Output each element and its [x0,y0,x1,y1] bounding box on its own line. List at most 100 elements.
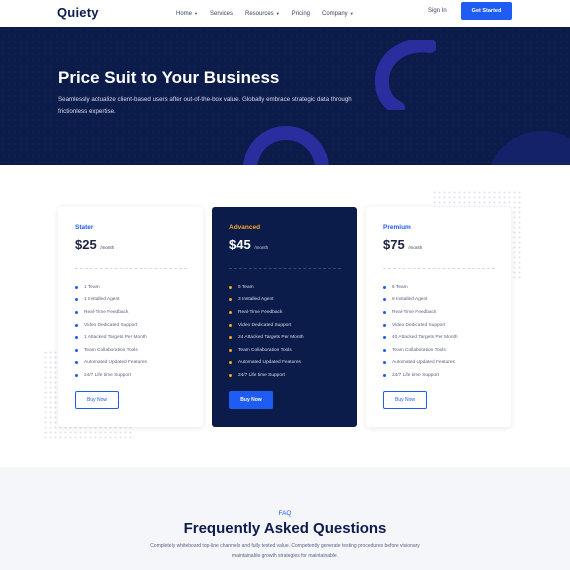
bullet-icon [229,361,232,365]
feature-text: 3 Installed Agent [238,297,274,303]
list-item: Team Collaboration Tools [75,344,147,357]
price-period: /month [408,245,423,250]
bullet-icon [383,373,386,377]
list-item: 3 Installed Agent [229,294,304,307]
list-item: 24/7 Life time Support [383,369,458,382]
bullet-icon [75,336,78,340]
list-item: Real-Time Feedback [229,306,304,319]
price-amount: $25 [75,237,97,252]
buy-now-button[interactable]: Buy Now [229,391,273,409]
faq-title: Frequently Asked Questions [183,520,387,537]
bullet-icon [75,323,78,327]
bullet-icon [229,298,232,302]
list-item: 1 Installed Agent [75,294,147,307]
list-item: Team Collaboration Tools [383,344,458,357]
feature-text: 6 Team [392,284,408,290]
bullet-icon [75,285,78,289]
bullet-icon [383,361,386,365]
price-amount: $75 [383,237,405,252]
top-navbar: Quiety Home ▼ Services Resources ▼ Prici… [0,0,570,27]
plan-price: $75 /month [383,237,422,252]
nav-services[interactable]: Services [210,11,233,17]
list-item: 5 Team [229,281,304,294]
feature-text: 24/7 Life time Support [84,372,131,378]
divider [75,268,187,269]
buy-now-button[interactable]: Buy Now [75,391,119,409]
feature-text: 5 Team [238,284,254,290]
list-item: 24/7 Life time Support [229,369,304,382]
chevron-down-icon: ▼ [349,11,354,16]
nav-resources[interactable]: Resources ▼ [245,11,280,17]
pricing-card-advanced: Advanced $45 /month 5 Team 3 Installed A… [212,207,357,427]
price-period: /month [100,245,115,250]
list-item: Real-Time Feedback [383,306,458,319]
faq-subtitle: Completely whiteboard top-line channels … [150,543,420,559]
feature-text: Team Collaboration Tools [392,347,446,353]
nav-resources-label: Resources [245,10,274,17]
feature-list: 6 Team 8 Installed Agent Real-Time Feedb… [383,281,458,382]
plan-name: Stater [75,224,94,231]
decorative-circle-shape [490,131,570,165]
plan-name: Advanced [229,224,261,231]
nav-company[interactable]: Company ▼ [322,11,354,17]
feature-text: Real-Time Feedback [84,309,129,315]
feature-text: 40 Attacked Targets Per Month [392,335,458,341]
feature-text: 24 Attacked Targets Per Month [238,335,304,341]
list-item: 24 Attacked Targets Per Month [229,331,304,344]
bullet-icon [383,323,386,327]
bullet-icon [229,336,232,340]
list-item: Video Dedicated Support [229,319,304,332]
nav-services-label: Services [209,10,233,17]
feature-text: 1 Attacked Targets Per Month [84,335,147,341]
bullet-icon [75,348,78,352]
feature-list: 5 Team 3 Installed Agent Real-Time Feedb… [229,281,304,382]
feature-text: 24/7 Life time Support [392,372,439,378]
feature-text: Team Collaboration Tools [238,347,292,353]
nav-pricing[interactable]: Pricing [292,11,310,17]
pricing-card-premium: Premium $75 /month 6 Team 8 Installed Ag… [366,207,511,427]
feature-text: 8 Installed Agent [392,297,428,303]
bullet-icon [383,348,386,352]
plan-price: $25 /month [75,237,114,252]
chevron-down-icon: ▼ [275,11,280,16]
bullet-icon [383,298,386,302]
get-started-button[interactable]: Get Started [461,2,512,20]
list-item: Automated Updated Features [383,357,458,370]
hero-subtitle: Seamlessly actualize client-based users … [58,96,352,115]
bullet-icon [383,310,386,314]
price-amount: $45 [229,237,251,252]
bullet-icon [229,310,232,314]
nav-home[interactable]: Home ▼ [176,11,198,17]
list-item: 8 Installed Agent [383,294,458,307]
feature-text: Video Dedicated Support [238,322,292,328]
bullet-icon [229,285,232,289]
bullet-icon [229,348,232,352]
feature-text: Automated Updated Features [238,360,301,366]
page-title: Price Suit to Your Business [58,68,280,87]
buy-now-button[interactable]: Buy Now [383,391,427,409]
logo[interactable]: Quiety [57,5,99,20]
feature-text: 1 Team [84,284,100,290]
plan-name: Premium [383,224,411,231]
chevron-down-icon: ▼ [194,11,198,16]
plan-price: $45 /month [229,237,268,252]
feature-text: Team Collaboration Tools [84,347,138,353]
bullet-icon [75,310,78,314]
bullet-icon [229,373,232,377]
feature-text: Automated Updated Features [84,360,147,366]
feature-list: 1 Team 1 Installed Agent Real-Time Feedb… [75,281,147,382]
feature-text: Automated Updated Features [392,360,455,366]
sign-in-link[interactable]: Sign In [428,8,447,14]
list-item: Video Dedicated Support [75,319,147,332]
divider [229,268,341,269]
list-item: Video Dedicated Support [383,319,458,332]
list-item: Automated Updated Features [229,357,304,370]
decorative-ring-shape [243,126,329,165]
feature-text: 24/7 Life time Support [238,372,285,378]
nav-company-label: Company [322,10,348,17]
list-item: 24/7 Life time Support [75,369,147,382]
main-menu: Home ▼ Services Resources ▼ Pricing Comp… [176,0,354,27]
list-item: Automated Updated Features [75,357,147,370]
pricing-card-stater: Stater $25 /month 1 Team 1 Installed Age… [58,207,203,427]
list-item: Real-Time Feedback [75,306,147,319]
